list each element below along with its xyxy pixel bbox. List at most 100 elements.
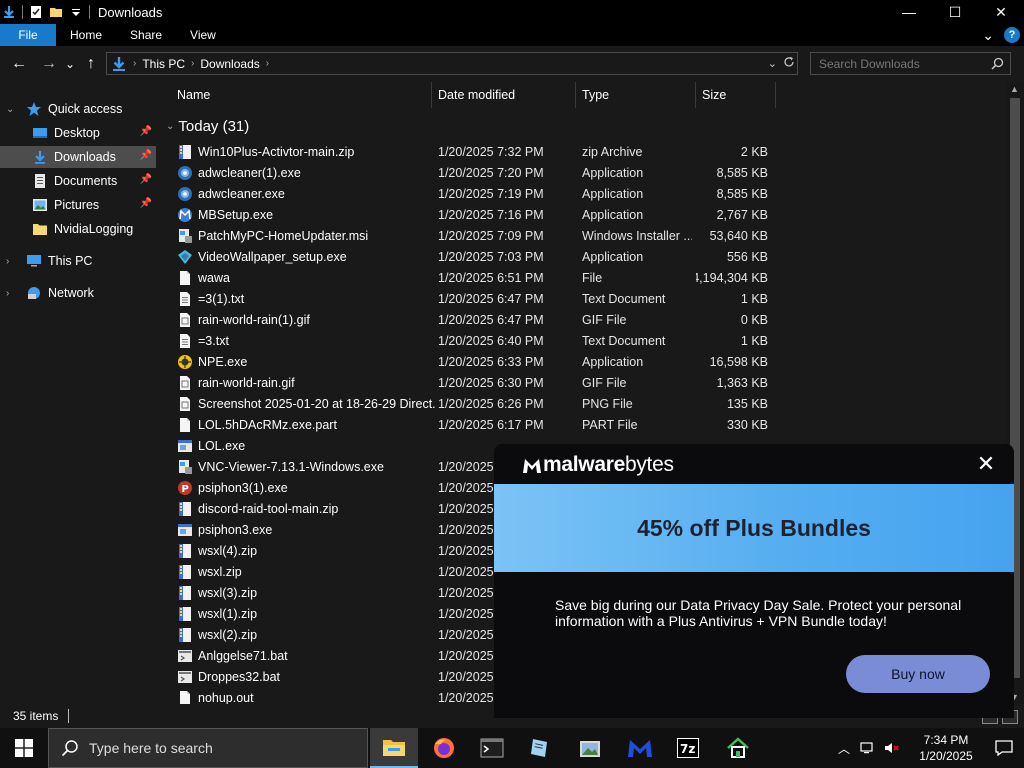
buy-now-button[interactable]: Buy now — [846, 655, 990, 693]
toolbar-divider — [89, 5, 90, 19]
breadcrumb-downloads[interactable]: Downloads — [200, 57, 259, 71]
file-name-cell: LOL.exe — [177, 435, 435, 456]
file-date: 1/20/2025 6:30 PM — [438, 375, 544, 390]
file-date: 1/20/2025 7:03 PM — [438, 249, 544, 264]
file-type: Application — [582, 165, 644, 180]
column-header-size[interactable]: Size — [696, 82, 776, 108]
sidebar-item-network[interactable]: › Network — [0, 282, 156, 304]
sidebar-item-desktop[interactable]: Desktop 📌 — [0, 122, 156, 144]
expand-chevron-icon[interactable]: › — [6, 256, 9, 267]
taskbar-home-app[interactable] — [714, 728, 762, 768]
sidebar-item-nvidialogging[interactable]: NvidiaLogging — [0, 218, 156, 240]
tab-home[interactable]: Home — [56, 24, 116, 46]
forward-button[interactable]: → — [36, 51, 62, 77]
popup-close-button[interactable]: ✕ — [974, 451, 998, 476]
file-name-cell: VNC-Viewer-7.13.1-Windows.exe — [177, 456, 435, 477]
properties-icon[interactable] — [29, 5, 43, 19]
file-name: wsxl(2).zip — [198, 627, 258, 642]
tab-share[interactable]: Share — [116, 24, 176, 46]
minimize-button[interactable]: — — [886, 0, 932, 24]
adwcleaner-icon — [177, 186, 193, 202]
expand-chevron-icon[interactable]: › — [6, 288, 9, 299]
file-name-cell: Screenshot 2025-01-20 at 18-26-29 Direct… — [177, 393, 435, 414]
table-row[interactable]: adwcleaner(1).exe 1/20/2025 7:20 PM Applic… — [160, 162, 1006, 183]
file-name: MBSetup.exe — [198, 207, 274, 222]
sidebar-item-downloads[interactable]: Downloads 📌 — [0, 146, 156, 168]
close-button[interactable]: ✕ — [978, 0, 1024, 24]
taskbar-malwarebytes[interactable] — [616, 728, 664, 768]
column-header-type[interactable]: Type — [576, 82, 696, 108]
address-history-icon[interactable]: ⌄ — [768, 57, 777, 70]
quick-access-toolbar — [0, 0, 90, 24]
search-icon[interactable] — [991, 57, 1004, 73]
new-folder-icon[interactable] — [49, 5, 63, 19]
collapse-chevron-icon[interactable]: ⌄ — [6, 104, 14, 115]
table-row[interactable]: Win10Plus-Activtor-main.zip 1/20/2025 7:3… — [160, 141, 1006, 162]
show-hidden-icons-icon[interactable]: ︿ — [838, 740, 850, 757]
table-row[interactable]: MBSetup.exe 1/20/2025 7:16 PM Application 2… — [160, 204, 1006, 225]
search-input[interactable]: Search Downloads — [810, 52, 1011, 75]
collapse-chevron-icon[interactable]: ⌄ — [166, 121, 174, 132]
sidebar-item-pictures[interactable]: Pictures 📌 — [0, 194, 156, 216]
file-name-cell: rain-world-rain.gif — [177, 372, 435, 393]
table-row[interactable]: rain-world-rain(1).gif 1/20/2025 6:47 PM G… — [160, 309, 1006, 330]
network-status-icon[interactable] — [860, 741, 876, 755]
taskbar-firefox[interactable] — [420, 728, 468, 768]
taskbar-clock[interactable]: 7:34 PM 1/20/2025 — [908, 732, 984, 764]
table-row[interactable]: LOL.5hDAcRMz.exe.part 1/20/2025 6:17 PM PA… — [160, 414, 1006, 435]
desktop-icon — [32, 125, 48, 141]
file-size: 556 KB — [726, 249, 768, 264]
file-date: 1/20/2025 7:32 PM — [438, 144, 544, 159]
back-button[interactable]: ← — [6, 51, 32, 77]
search-icon — [61, 739, 79, 757]
address-bar[interactable]: › This PC › Downloads › ⌄ — [106, 52, 798, 75]
image-viewer-icon — [578, 737, 602, 759]
group-header-today[interactable]: ⌄ Today (31) — [166, 116, 249, 136]
maximize-button[interactable]: ☐ — [932, 0, 978, 24]
tab-file[interactable]: File — [0, 24, 56, 46]
action-center-button[interactable] — [984, 728, 1024, 768]
file-name: psiphon3.exe — [198, 522, 273, 537]
tab-view[interactable]: View — [176, 24, 230, 46]
taskbar-file-explorer[interactable] — [370, 728, 418, 768]
table-row[interactable]: rain-world-rain.gif 1/20/2025 6:30 PM GIF … — [160, 372, 1006, 393]
table-row[interactable]: NPE.exe 1/20/2025 6:33 PM Application 16,59… — [160, 351, 1006, 372]
start-button[interactable] — [0, 728, 48, 768]
up-button[interactable]: ↑ — [78, 51, 104, 77]
recent-locations-button[interactable]: ⌄ — [62, 51, 78, 77]
help-icon[interactable]: ? — [1004, 27, 1020, 43]
expand-ribbon-icon[interactable]: ⌄ — [982, 27, 994, 44]
table-row[interactable]: PatchMyPC-HomeUpdater.msi 1/20/2025 7:09 … — [160, 225, 1006, 246]
file-icon — [177, 270, 193, 286]
table-row[interactable]: =3(1).txt 1/20/2025 6:47 PM Text Document 1… — [160, 288, 1006, 309]
taskbar-image-viewer[interactable] — [566, 728, 614, 768]
refresh-icon[interactable] — [783, 56, 795, 71]
table-row[interactable]: =3.txt 1/20/2025 6:40 PM Text Document 1 KB — [160, 330, 1006, 351]
volume-muted-icon[interactable] — [884, 741, 900, 755]
npe-app-icon — [177, 354, 193, 370]
notepad-icon — [528, 736, 552, 760]
file-size: 135 KB — [726, 396, 768, 411]
column-header-date[interactable]: Date modified — [432, 82, 576, 108]
table-row[interactable]: Screenshot 2025-01-20 at 18-26-29 Direct… — [160, 393, 1006, 414]
taskbar-search-box[interactable]: Type here to search — [48, 728, 368, 768]
taskbar-terminal[interactable] — [468, 728, 516, 768]
table-row[interactable]: adwcleaner.exe 1/20/2025 7:19 PM Applicati… — [160, 183, 1006, 204]
breadcrumb-this-pc[interactable]: This PC — [142, 57, 185, 71]
customize-toolbar-icon[interactable] — [69, 5, 83, 19]
sidebar-item-label: Downloads — [54, 150, 116, 164]
window-title: Downloads — [98, 4, 163, 20]
table-row[interactable]: VideoWallpaper_setup.exe 1/20/2025 7:03 P… — [160, 246, 1006, 267]
column-header-name[interactable]: Name — [160, 82, 432, 108]
text-file-icon — [177, 291, 193, 307]
ribbon-tabs: File Home Share View ⌄ ? — [0, 24, 1024, 46]
sidebar-item-documents[interactable]: Documents 📌 — [0, 170, 156, 192]
table-row[interactable]: wawa 1/20/2025 6:51 PM File 4,194,304 KB — [160, 267, 1006, 288]
taskbar-notepad[interactable] — [516, 728, 564, 768]
sidebar-item-this-pc[interactable]: › This PC — [0, 250, 156, 272]
taskbar-7zip[interactable]: 7z — [664, 728, 712, 768]
svg-text:P: P — [182, 484, 189, 495]
zip-archive-icon — [177, 564, 193, 580]
scroll-up-icon[interactable]: ▲ — [1010, 84, 1019, 94]
sidebar-item-quick-access[interactable]: ⌄ Quick access — [0, 98, 156, 120]
